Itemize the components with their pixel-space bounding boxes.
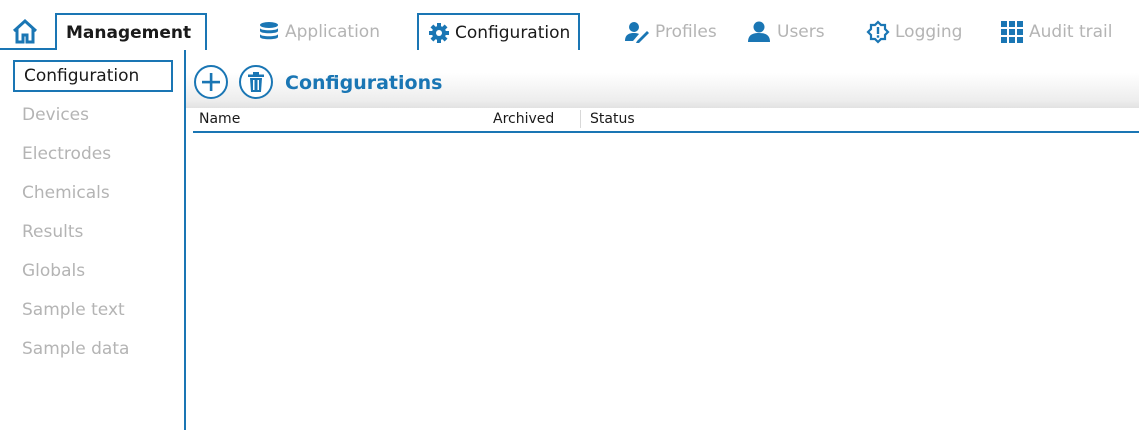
tab-logging[interactable]: Logging (866, 15, 962, 49)
tab-logging-label: Logging (895, 22, 963, 42)
tab-profiles[interactable]: Profiles (624, 15, 717, 49)
tab-management-label: Management (66, 22, 192, 43)
sidebar: Configuration Devices Electrodes Chemica… (0, 50, 186, 430)
home-button[interactable] (8, 16, 42, 46)
gear-icon (428, 22, 450, 44)
tab-audit-trail[interactable]: Audit trail (1000, 15, 1113, 49)
tab-application[interactable]: Application (258, 15, 380, 49)
add-configuration-button[interactable] (194, 65, 228, 99)
tab-users-label: Users (777, 22, 825, 42)
tab-audit-trail-label: Audit trail (1029, 22, 1113, 42)
column-header-archived[interactable]: Archived (493, 111, 554, 127)
sidebar-item-label: Results (22, 222, 84, 242)
sidebar-item-results[interactable]: Results (13, 216, 173, 248)
sidebar-item-configuration[interactable]: Configuration (13, 60, 173, 92)
top-navigation-bar: Management Application Configuration Pro… (0, 0, 1139, 50)
sidebar-item-globals[interactable]: Globals (13, 255, 173, 287)
sidebar-item-label: Chemicals (22, 183, 110, 203)
plus-icon (202, 73, 220, 91)
table-header: Name Archived Status (193, 106, 1139, 133)
sidebar-item-label: Sample text (22, 300, 125, 320)
alert-gear-icon (866, 20, 890, 44)
tab-management[interactable]: Management (55, 13, 207, 50)
tab-users[interactable]: Users (746, 15, 825, 49)
sidebar-item-sample-data[interactable]: Sample data (13, 333, 173, 365)
user-edit-icon (624, 21, 650, 43)
grid-icon (1000, 20, 1024, 44)
column-header-status[interactable]: Status (590, 111, 635, 127)
user-icon (746, 21, 772, 43)
main-panel: Configurations Name Archived Status (186, 50, 1139, 430)
sidebar-item-sample-text[interactable]: Sample text (13, 294, 173, 326)
tab-application-label: Application (285, 22, 380, 42)
sidebar-item-chemicals[interactable]: Chemicals (13, 177, 173, 209)
sidebar-item-devices[interactable]: Devices (13, 99, 173, 131)
toolbar: Configurations (186, 58, 1139, 108)
page-title: Configurations (285, 72, 443, 94)
tab-profiles-label: Profiles (655, 22, 717, 42)
sidebar-item-label: Devices (22, 105, 89, 125)
sidebar-item-label: Electrodes (22, 144, 112, 164)
sidebar-item-label: Globals (22, 261, 86, 281)
tab-configuration-label: Configuration (455, 22, 571, 43)
sidebar-item-label: Sample data (22, 339, 130, 359)
delete-configuration-button[interactable] (239, 65, 273, 99)
trash-icon (248, 72, 264, 92)
sidebar-item-electrodes[interactable]: Electrodes (13, 138, 173, 170)
home-icon (12, 18, 38, 44)
database-icon (258, 21, 280, 43)
tab-configuration[interactable]: Configuration (417, 13, 581, 50)
column-header-name[interactable]: Name (199, 111, 240, 127)
column-separator (580, 110, 581, 128)
sidebar-item-label: Configuration (24, 66, 140, 86)
